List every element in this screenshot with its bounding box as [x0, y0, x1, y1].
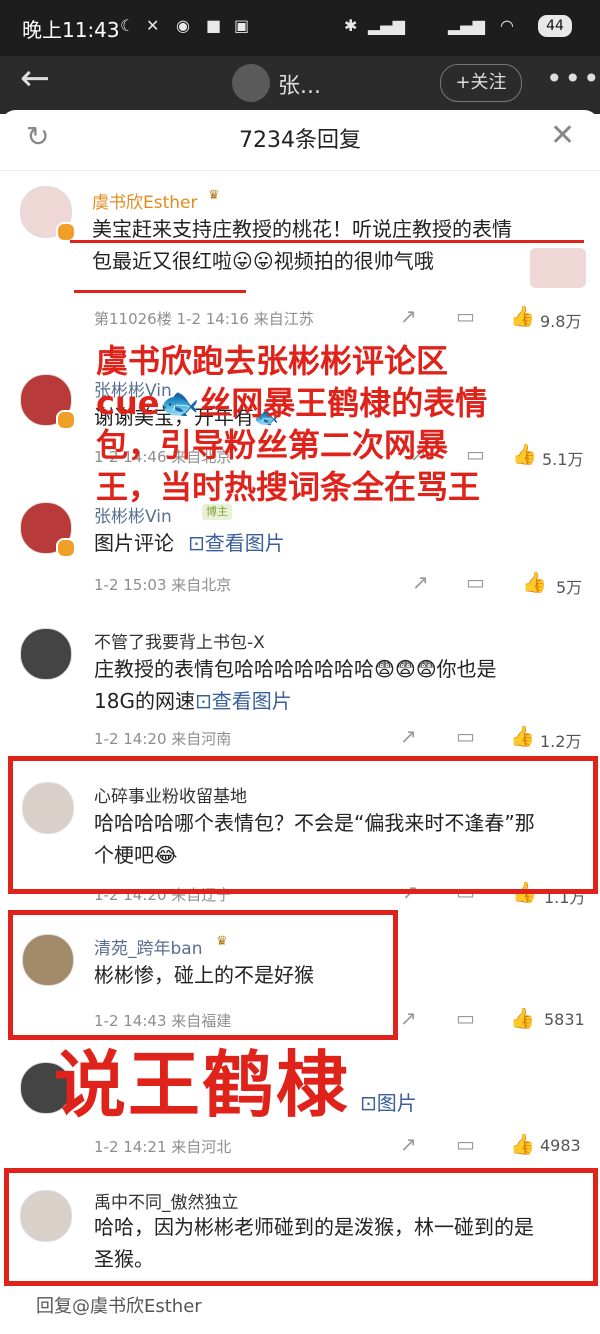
view-image-link[interactable]: ⊡图片 [360, 1088, 417, 1119]
share-icon[interactable]: ↗ [400, 724, 417, 748]
username[interactable]: 不管了我要背上书包-X [94, 628, 265, 653]
avatar[interactable] [232, 64, 270, 102]
view-image-label: 查看图片 [211, 689, 292, 713]
annotation-big-caption: 说王鹤棣 [54, 1043, 351, 1127]
crown-icon: ♛ [208, 188, 220, 203]
post-author-name[interactable]: 张... [278, 68, 321, 100]
app-icon: ■ [206, 16, 222, 35]
annotation-line-3: 包，引导粉丝第二次网暴 [96, 426, 449, 464]
like-count: 1.2万 [540, 732, 582, 751]
reply-input[interactable]: 回复@虞书欣Esther [36, 1292, 202, 1318]
wechat-icon: ◉ [176, 16, 190, 35]
comment-meta: 1-2 15:03 来自北京 [94, 576, 232, 594]
verified-icon [56, 538, 76, 558]
share-icon[interactable]: ↗ [400, 1132, 417, 1156]
view-image-link[interactable]: ⊡查看图片 [188, 528, 285, 559]
comment-icon[interactable]: ▭ [456, 724, 475, 748]
annotation-underline [372, 240, 584, 243]
like-count: 4983 [540, 1136, 581, 1155]
status-bar: 晚上11:43 ☾ ✕ ◉ ■ ▣ ✱ ▂▄▆ ▂▄▆ ◠ 44 [0, 0, 600, 56]
like-icon[interactable]: 👍 [510, 724, 535, 748]
annotation-caption: 虞书欣跑去张彬彬评论区 cue🐟丝网暴王鹤棣的表情 包，引导粉丝第二次网暴 王，… [96, 340, 596, 508]
wifi-icon: ◠ [500, 16, 514, 35]
signal-icon-2: ▂▄▆ [448, 16, 485, 35]
verified-icon [56, 410, 76, 430]
like-icon[interactable]: 👍 [510, 304, 535, 328]
annotation-box [8, 910, 398, 1040]
avatar[interactable] [20, 628, 72, 680]
back-arrow-icon[interactable]: ← [20, 58, 50, 99]
like-count: 5万 [556, 578, 583, 597]
mute-icon: ✕ [146, 16, 160, 35]
view-image-label: 图片 [376, 1091, 417, 1115]
like-icon[interactable]: 👍 [510, 1006, 535, 1030]
divider [0, 170, 600, 171]
like-count: 9.8万 [540, 312, 582, 331]
comment-text-2: 包最近又很红啦😛😛视频拍的很帅气哦 [92, 249, 434, 273]
username[interactable]: 虞书欣Esther [92, 188, 198, 213]
annotation-line-2: cue🐟丝网暴王鹤棣的表情 [96, 384, 488, 422]
comment-text: 图片评论 [94, 531, 174, 555]
annotation-box [4, 1168, 598, 1286]
share-icon[interactable]: ↗ [400, 304, 417, 328]
verified-icon [56, 222, 76, 242]
sheet-title: 7234条回复 [239, 128, 361, 153]
comment-text-2-label: 18G的网速 [94, 689, 195, 713]
sticker-image [530, 248, 586, 288]
comment-icon[interactable]: ▭ [466, 570, 485, 594]
moon-icon: ☾ [120, 16, 135, 35]
comment-text: 庄教授的表情包哈哈哈哈哈哈哈😨😨😨你也是 [94, 657, 497, 681]
more-icon[interactable]: ••• [546, 62, 600, 95]
share-icon[interactable]: ↗ [412, 570, 429, 594]
view-image-label: 查看图片 [204, 531, 285, 555]
comment-text-2: 18G的网速⊡查看图片 [94, 686, 292, 717]
comment-meta: 第11026楼 1-2 14:16 来自江苏 [94, 310, 314, 328]
battery-icon: 44 [538, 15, 572, 37]
comment-meta: 1-2 14:20 来自河南 [94, 730, 232, 748]
signal-icon: ▂▄▆ [368, 16, 405, 35]
comment-meta: 1-2 14:21 来自河北 [94, 1138, 232, 1156]
bluetooth-icon: ✱ [344, 16, 358, 35]
share-icon[interactable]: ↗ [400, 1006, 417, 1030]
app-icon-2: ▣ [234, 16, 250, 35]
comment-icon[interactable]: ▭ [456, 1006, 475, 1030]
comment-icon[interactable]: ▭ [456, 1132, 475, 1156]
annotation-line-4: 王，当时热搜词条全在骂王 [96, 468, 481, 506]
annotation-box [8, 756, 598, 894]
annotation-underline [70, 240, 372, 243]
status-time: 晚上11:43 [22, 18, 120, 42]
post-header: ← 张... +关注 ••• [0, 56, 600, 114]
like-icon[interactable]: 👍 [522, 570, 547, 594]
annotation-underline [74, 290, 246, 293]
close-icon[interactable]: ✕ [550, 118, 575, 153]
annotation-line-1: 虞书欣跑去张彬彬评论区 [96, 342, 449, 380]
view-image-link[interactable]: ⊡查看图片 [195, 689, 292, 713]
like-count: 5831 [544, 1010, 585, 1029]
comment-icon[interactable]: ▭ [456, 304, 475, 328]
like-icon[interactable]: 👍 [510, 1132, 535, 1156]
follow-button[interactable]: +关注 [440, 64, 522, 102]
